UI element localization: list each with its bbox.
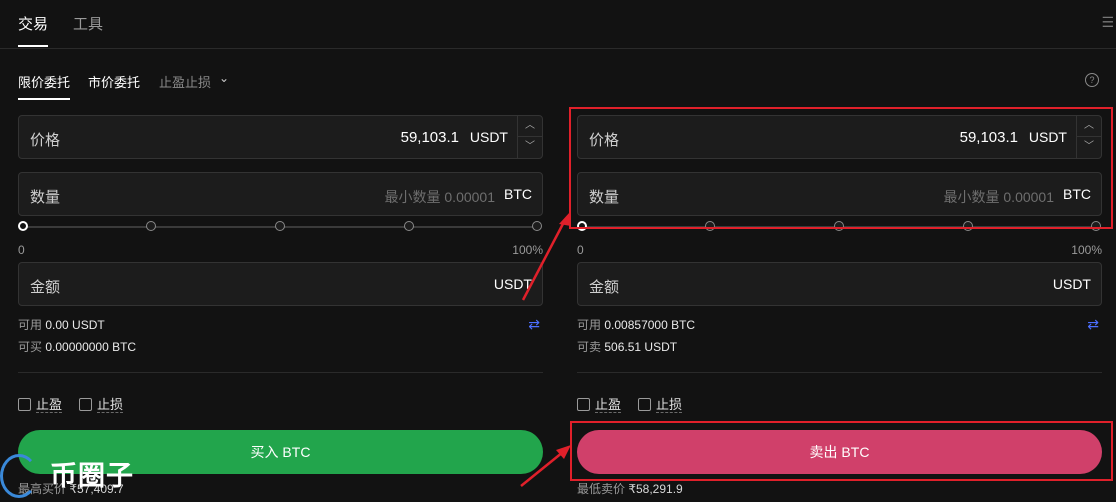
- checkbox-icon[interactable]: [18, 398, 31, 411]
- highlight-box-sell-button: [570, 421, 1113, 481]
- sell-take-profit-checkbox[interactable]: 止盈: [577, 394, 622, 413]
- sell-total-field[interactable]: 金额 USDT: [577, 262, 1102, 306]
- watermark-text: 币圈子: [50, 461, 134, 491]
- buy-amount-unit: BTC: [504, 186, 532, 202]
- buy-available-label: 可用: [18, 318, 43, 332]
- sell-available-label: 可用: [577, 318, 602, 332]
- buy-available-value: 0.00 USDT: [45, 318, 105, 332]
- sell-stop-loss-checkbox[interactable]: 止损: [638, 394, 683, 413]
- buy-price-unit: USDT: [469, 129, 508, 145]
- buy-price-stepper[interactable]: ︿ ﹀: [517, 116, 542, 158]
- buy-max: 可买 0.00000000 BTC: [18, 338, 136, 355]
- checkbox-icon[interactable]: [79, 398, 92, 411]
- take-profit-label: 止盈: [36, 397, 63, 413]
- buy-take-profit-checkbox[interactable]: 止盈: [18, 394, 63, 413]
- divider: [577, 372, 1102, 373]
- slider-min-label: 0: [577, 243, 584, 257]
- buy-total-field[interactable]: 金额 USDT: [18, 262, 543, 306]
- sell-best-price: 最低卖价 ₹58,291.9: [577, 480, 683, 497]
- sell-total-label: 金额: [589, 279, 620, 296]
- annotation-arrow-right-icon: [520, 445, 571, 487]
- sell-total-unit: USDT: [1052, 276, 1091, 292]
- slider-step-50[interactable]: [275, 221, 285, 231]
- transfer-icon[interactable]: ⇄: [1087, 316, 1099, 333]
- take-profit-label: 止盈: [595, 397, 622, 413]
- buy-panel: 价格 59,103.1 USDT ︿ ﹀ 数量 最小数量 0.00001 BTC…: [18, 0, 543, 502]
- highlight-box-inputs: [569, 107, 1113, 229]
- buy-available: 可用 0.00 USDT: [18, 316, 105, 333]
- buy-max-value: 0.00000000 BTC: [45, 340, 137, 354]
- slider-min-label: 0: [18, 243, 25, 257]
- chevron-up-icon[interactable]: ︿: [518, 116, 542, 137]
- buy-price-label: 价格: [30, 132, 61, 149]
- annotation-arrow-up-icon: [521, 212, 571, 301]
- more-menu-icon[interactable]: ☰: [1101, 14, 1114, 31]
- buy-amount-label: 数量: [30, 189, 61, 206]
- checkbox-icon[interactable]: [638, 398, 651, 411]
- buy-stop-loss-checkbox[interactable]: 止损: [79, 394, 124, 413]
- sell-max: 可卖 506.51 USDT: [577, 338, 677, 355]
- transfer-icon[interactable]: ⇄: [528, 316, 540, 333]
- sell-max-value: 506.51 USDT: [604, 340, 678, 354]
- buy-max-label: 可买: [18, 340, 43, 354]
- slider-step-75[interactable]: [404, 221, 414, 231]
- buy-price-field[interactable]: 价格 59,103.1 USDT ︿ ﹀: [18, 115, 543, 159]
- sell-available-value: 0.00857000 BTC: [604, 318, 696, 332]
- chevron-down-icon[interactable]: ﹀: [518, 137, 542, 158]
- buy-amount-field[interactable]: 数量 最小数量 0.00001 BTC: [18, 172, 543, 216]
- slider-handle[interactable]: [18, 221, 28, 231]
- slider-step-25[interactable]: [146, 221, 156, 231]
- stop-loss-label: 止损: [97, 397, 124, 413]
- buy-total-label: 金额: [30, 279, 61, 296]
- watermark-logo: 币圈子: [0, 444, 160, 502]
- stop-loss-label: 止损: [656, 397, 683, 413]
- buy-amount-placeholder[interactable]: 最小数量 0.00001: [385, 187, 496, 207]
- watermark-circle-icon: [0, 454, 38, 498]
- divider: [18, 372, 543, 373]
- sell-max-label: 可卖: [577, 340, 602, 354]
- buy-price-value[interactable]: 59,103.1: [401, 129, 459, 146]
- slider-max-label: 100%: [1071, 243, 1102, 257]
- buy-amount-slider[interactable]: [18, 219, 543, 233]
- checkbox-icon[interactable]: [577, 398, 590, 411]
- sell-best-price-value: ₹58,291.9: [628, 482, 683, 496]
- sell-available: 可用 0.00857000 BTC: [577, 316, 695, 333]
- sell-best-price-label: 最低卖价: [577, 482, 626, 496]
